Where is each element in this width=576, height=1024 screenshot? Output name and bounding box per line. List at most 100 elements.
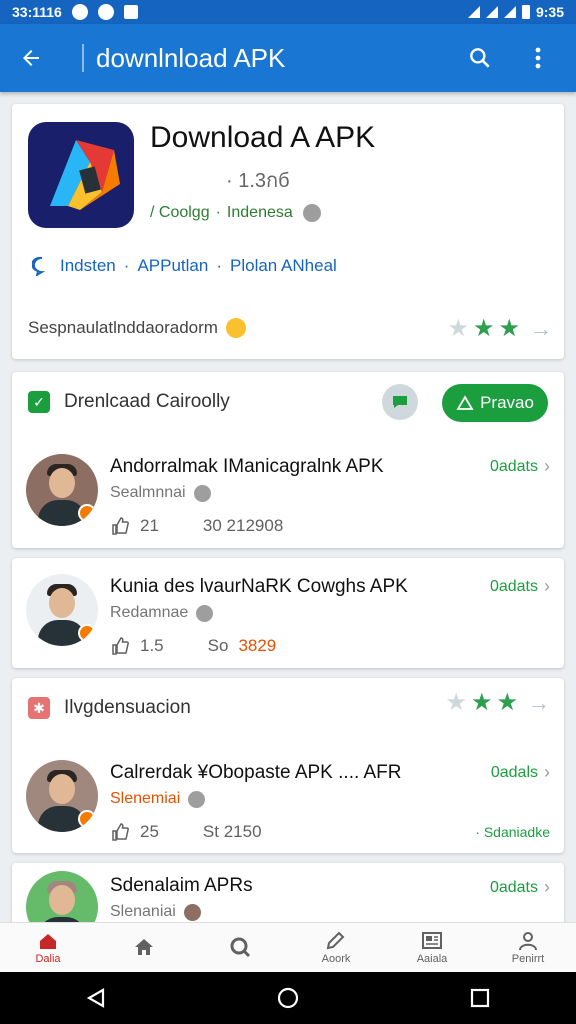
square-recents-icon: [470, 988, 490, 1008]
avatar: [26, 574, 98, 646]
system-recents-button[interactable]: [460, 978, 500, 1018]
list-item[interactable]: Calrerdak ¥Obopaste APK .... AFR Slenemi…: [12, 744, 564, 854]
system-back-button[interactable]: [76, 978, 116, 1018]
item-stat-highlight: 3829: [238, 636, 277, 655]
hero-footer-text: Sespnaulatlnddaoradorm: [28, 318, 218, 337]
avatar: [26, 454, 98, 526]
notification-icon: [71, 4, 88, 20]
triangle-back-icon: [86, 988, 105, 1008]
link-3[interactable]: Plolan ANheal: [230, 256, 337, 276]
smiley-icon: [225, 318, 246, 338]
section-title: Drenlcaad Cairoolly: [64, 391, 230, 412]
list-item[interactable]: Andorralmak IManicagralnk APK Sealmnnai …: [12, 438, 564, 548]
badge-icon: [78, 624, 96, 642]
back-button[interactable]: [0, 24, 62, 92]
link-separator: ·: [216, 256, 222, 275]
clock-icon: [196, 604, 214, 622]
star-filled-icon: ★: [498, 315, 520, 342]
item-action[interactable]: 0adats ›: [490, 576, 550, 597]
app-title: Download A APK: [150, 121, 376, 154]
status-right: 9:35: [467, 4, 564, 20]
person-icon: [519, 931, 537, 950]
message-button[interactable]: [382, 384, 418, 420]
item-subtitle: Slenaniai: [110, 903, 201, 921]
like-count: 21: [140, 516, 159, 535]
arrow-left-icon: [23, 50, 39, 66]
nav-label: Dalia: [35, 952, 61, 965]
like-count: 1.5: [140, 636, 164, 655]
arrow-right-icon: →: [530, 315, 552, 341]
item-tag: · Sdaniadke: [475, 824, 550, 840]
app-category: / Coolgg: [150, 204, 210, 221]
item-stat: 30 212908: [202, 516, 284, 535]
search-icon: [470, 48, 490, 68]
item-title: Andorralmak IManicagralnk APK: [110, 456, 384, 477]
section-header: ✱ Ilvgdensuacion ★ ★ ★ →: [28, 678, 550, 738]
second-section-card: ✱ Ilvgdensuacion ★ ★ ★ → Calrerdak ¥Obop…: [12, 678, 564, 853]
search-icon: [230, 937, 251, 957]
nav-item-penirrt[interactable]: Penirrt: [480, 923, 576, 972]
thumbs-up-icon[interactable]: [110, 822, 130, 842]
search-button[interactable]: [460, 38, 500, 78]
nav-label: Penirrt: [511, 952, 545, 965]
badge-icon: [78, 810, 96, 828]
preview-button[interactable]: Pravao: [442, 384, 548, 422]
avatar: [26, 760, 98, 832]
rating-stars[interactable]: ★ ★ ★ →: [445, 688, 550, 717]
hero-footer: Sespnaulatlnddaoradorm: [28, 318, 246, 338]
link-2[interactable]: APPutlan: [137, 256, 208, 276]
clock-icon: [183, 903, 201, 921]
clock-icon: [193, 484, 211, 502]
edit-icon: [326, 931, 345, 949]
item-subtitle: Redamnae: [110, 604, 214, 622]
list-item-card: Kunia des lvaurNaRK Cowghs APK Redamnae …: [12, 558, 564, 668]
bottom-navigation: Dalia Aoork Aaiala Penirrt: [0, 922, 576, 972]
signal-icon: [485, 6, 498, 18]
star-empty-icon: ★: [445, 689, 467, 716]
item-stat: So: [207, 636, 229, 655]
download-section-card: ✓ Drenlcaad Cairoolly Pravao Andorralmak…: [12, 372, 564, 548]
item-title: Sdenalaim APRs: [110, 875, 253, 896]
nav-label: Aaiala: [416, 952, 448, 965]
meta-separator: ·: [215, 204, 221, 221]
app-links: Indsten · APPutlan · Plolan ANheal: [32, 256, 337, 276]
app-bar-divider: [82, 44, 84, 72]
item-title: Calrerdak ¥Obopaste APK .... AFR: [110, 762, 402, 783]
item-action[interactable]: 0adals ›: [491, 762, 550, 783]
star-filled-icon: ★: [496, 689, 518, 716]
circle-home-icon: [277, 987, 299, 1009]
section-header: ✓ Drenlcaad Cairoolly Pravao: [28, 372, 548, 432]
item-action-label: 0adals: [490, 763, 538, 781]
nav-item-aoork[interactable]: Aoork: [288, 923, 384, 972]
thumbs-up-icon[interactable]: [110, 516, 130, 536]
thumbs-up-icon[interactable]: [110, 636, 130, 656]
section-title: Ilvgdensuacion: [64, 697, 191, 718]
list-item[interactable]: Kunia des lvaurNaRK Cowghs APK Redamnae …: [12, 558, 564, 668]
app-logo-icon: [28, 122, 134, 228]
star-filled-icon: ★: [472, 315, 495, 342]
status-time-left: 33:1116: [12, 4, 62, 20]
battery-icon: [521, 5, 530, 19]
item-subtitle: Slenemiai: [110, 790, 206, 808]
item-subtitle-text: Sealmnnai: [110, 484, 186, 501]
item-title: Kunia des lvaurNaRK Cowghs APK: [110, 576, 408, 597]
nav-item-home[interactable]: [96, 923, 192, 972]
item-action-label: 0adats: [489, 457, 538, 475]
item-action[interactable]: 0adats ›: [490, 877, 550, 898]
nav-item-dalia[interactable]: Dalia: [0, 923, 96, 972]
item-subtitle-text: Redamnae: [110, 604, 189, 621]
link-1[interactable]: Indsten: [60, 256, 116, 276]
app-meta: / Coolgg · Indenesa: [150, 204, 321, 222]
rating-stars[interactable]: ★ ★ ★ →: [447, 314, 552, 343]
more-options-button[interactable]: [518, 38, 558, 78]
system-home-button[interactable]: [268, 978, 308, 1018]
nav-item-search[interactable]: [192, 923, 288, 972]
chevron-right-icon: ›: [544, 456, 550, 476]
check-circle-icon: ✓: [28, 391, 50, 413]
item-action[interactable]: 0adats ›: [490, 456, 550, 477]
chevron-right-icon: ›: [544, 576, 550, 596]
arrow-right-icon: →: [528, 689, 550, 715]
nav-item-aaiala[interactable]: Aaiala: [384, 923, 480, 972]
item-stats: 25 St 2150: [110, 822, 262, 842]
chevron-right-icon: ›: [544, 877, 550, 897]
